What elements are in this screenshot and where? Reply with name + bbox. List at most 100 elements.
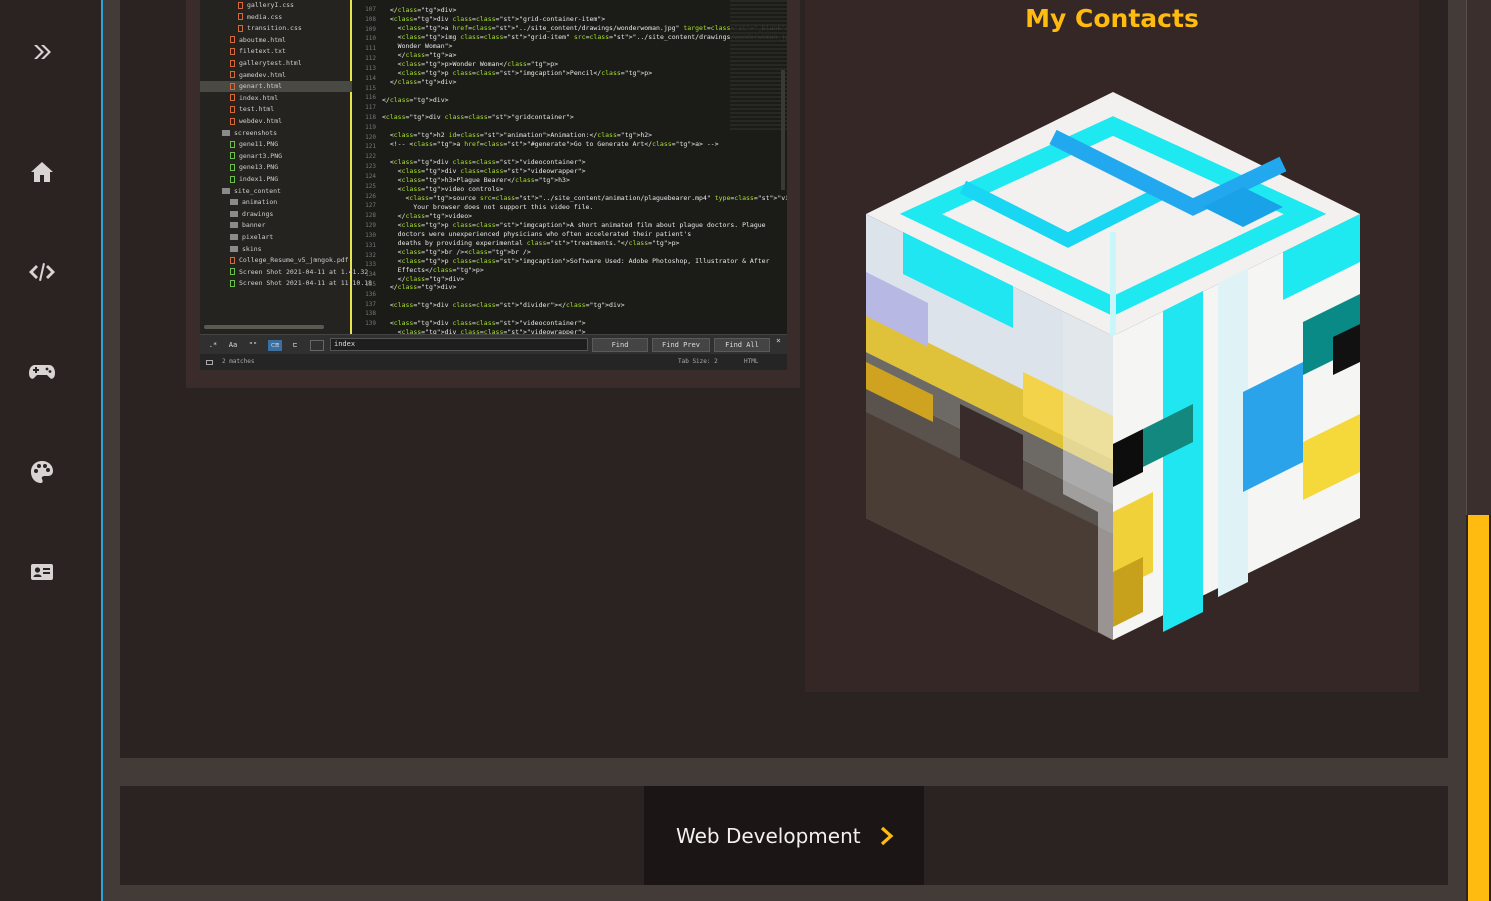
tree-item-label: gene13.PNG	[239, 163, 279, 172]
line-number: 120	[365, 133, 376, 141]
code-line: </class="tg">video>	[382, 211, 473, 220]
find-prev-button: Find Prev	[652, 338, 710, 352]
folder-icon	[230, 199, 238, 206]
tree-file: College_Resume_v5_jmngok.pdf	[200, 255, 352, 266]
line-number: 134	[365, 271, 376, 279]
tree-file: genart3.PNG	[200, 151, 352, 162]
tree-file: filetext.txt	[200, 46, 352, 57]
editor-screenshot: galleryI.css media.css transition.css about…	[200, 0, 787, 370]
next-page-button[interactable]: Web Development	[644, 786, 924, 885]
avatar-cube-image[interactable]	[863, 92, 1363, 640]
minimap	[730, 0, 787, 130]
tree-file: galleryI.css	[200, 0, 352, 11]
file-icon	[230, 71, 235, 79]
line-number: 123	[365, 163, 376, 171]
code-line: <class="tg">br /><class="tg">br />	[382, 247, 531, 256]
code-line: deaths by providing experimental class="…	[382, 238, 680, 247]
tree-item-label: genart3.PNG	[239, 151, 283, 160]
code-line: <class="tg">p class=class="st">"imgcapti…	[382, 220, 766, 229]
code-line: </class="tg">div>	[382, 95, 449, 104]
sidebar-item-games[interactable]	[20, 350, 64, 394]
sidebar-item-art[interactable]	[20, 450, 64, 494]
code-line: <class="tg">div class=class="st">"grid-c…	[382, 14, 606, 23]
code-line: <class="tg">p>Wonder Woman</class="tg">p…	[382, 59, 559, 68]
folder-icon	[222, 187, 230, 194]
file-icon	[238, 13, 243, 21]
tree-item-label: webdev.html	[239, 117, 283, 125]
find-input: index	[330, 338, 588, 351]
file-icon	[230, 82, 235, 90]
line-number: 110	[365, 35, 376, 43]
code-line: <class="tg">video controls>	[382, 185, 504, 193]
file-tree-scrollbar	[204, 325, 324, 329]
tree-file: genart.html	[200, 81, 352, 93]
tree-item-label: skins	[242, 244, 262, 253]
tree-item-label: Screen Shot 2021-04-11 at 1.41.32	[239, 267, 369, 276]
file-icon	[238, 24, 243, 32]
tree-item-label: animation	[242, 198, 278, 207]
file-icon	[230, 117, 235, 125]
double-chevron-right-icon	[34, 45, 51, 59]
line-number: 138	[365, 310, 376, 318]
folder-icon	[230, 222, 238, 229]
code-scrollbar	[781, 70, 785, 190]
in-selection-toggle: ⊂≡	[268, 340, 282, 351]
tree-folder: banner	[200, 220, 352, 231]
sidebar-item-contact[interactable]	[20, 550, 64, 594]
line-number: 128	[365, 212, 376, 220]
code-line: </class="tg">div>	[382, 77, 457, 86]
sidebar-item-code[interactable]	[20, 250, 64, 294]
contacts-title[interactable]: My Contacts	[805, 4, 1419, 33]
tree-item-label: genart.html	[239, 82, 283, 91]
code-line: Your browser does not support this video…	[382, 202, 594, 211]
folder-icon	[230, 234, 238, 240]
line-number: 113	[365, 64, 376, 72]
tree-item-label: media.css	[247, 12, 283, 21]
code-line: </class="tg">div>	[382, 283, 457, 292]
code-line: <class="tg">source src=class="st">"../si…	[382, 193, 787, 202]
editor-status-bar: 2 matches Tab Size: 2 HTML	[200, 354, 787, 370]
wrap-toggle: ⊏	[292, 341, 298, 349]
tree-file: webdev.html	[200, 116, 352, 127]
tree-item-label: gallerytest.html	[239, 59, 302, 67]
file-icon	[230, 36, 235, 44]
tab-size-indicator: Tab Size: 2	[678, 358, 718, 365]
code-line: <class="tg">a href=class="st">"../site_c…	[382, 23, 787, 32]
contact-card-icon	[31, 564, 53, 580]
file-icon	[230, 140, 235, 148]
regex-toggle: .*	[208, 341, 218, 349]
tree-item-label: College_Resume_v5_jmngok.pdf	[239, 256, 349, 265]
file-icon	[230, 163, 235, 171]
tree-file: gene13.PNG	[200, 162, 352, 173]
line-number: 109	[365, 25, 376, 33]
home-icon	[31, 162, 53, 182]
code-line: Wonder Woman">	[382, 41, 453, 50]
tree-folder: animation	[200, 197, 352, 208]
folder-icon	[230, 210, 238, 217]
expand-sidebar-button[interactable]	[20, 30, 64, 74]
tree-item-label: filetext.txt	[239, 47, 286, 56]
code-line: <class="tg">div class=class="st">"videoc…	[382, 158, 586, 167]
code-area: </class="tg">div> <class="tg">div class=…	[382, 0, 787, 336]
line-number: 115	[365, 84, 376, 92]
code-line: <class="tg">img class=class="st">"grid-i…	[382, 32, 787, 41]
file-icon	[230, 105, 235, 113]
tree-item-label: banner	[242, 221, 266, 230]
line-number: 119	[365, 123, 376, 131]
tree-file: gamedev.html	[200, 70, 352, 81]
line-number: 129	[365, 222, 376, 230]
code-line: <class="tg">div class=class="st">"divide…	[382, 301, 625, 310]
code-line: <class="tg">h3>Plague Bearer</class="tg"…	[382, 176, 570, 185]
line-number: 133	[365, 261, 376, 269]
sidebar-item-home[interactable]	[20, 150, 64, 194]
line-number: 116	[365, 94, 376, 102]
line-number: 108	[365, 15, 376, 23]
find-all-button: Find All	[714, 338, 770, 352]
line-number: 121	[365, 143, 376, 151]
page-scrollbar-thumb[interactable]	[1468, 515, 1489, 901]
code-line: <!-- <class="tg">a href=class="st">"#gen…	[382, 140, 719, 149]
syntax-indicator: HTML	[744, 358, 759, 365]
match-count: 2 matches	[222, 358, 255, 365]
file-tree: galleryI.css media.css transition.css about…	[200, 0, 372, 334]
file-icon	[230, 152, 235, 160]
